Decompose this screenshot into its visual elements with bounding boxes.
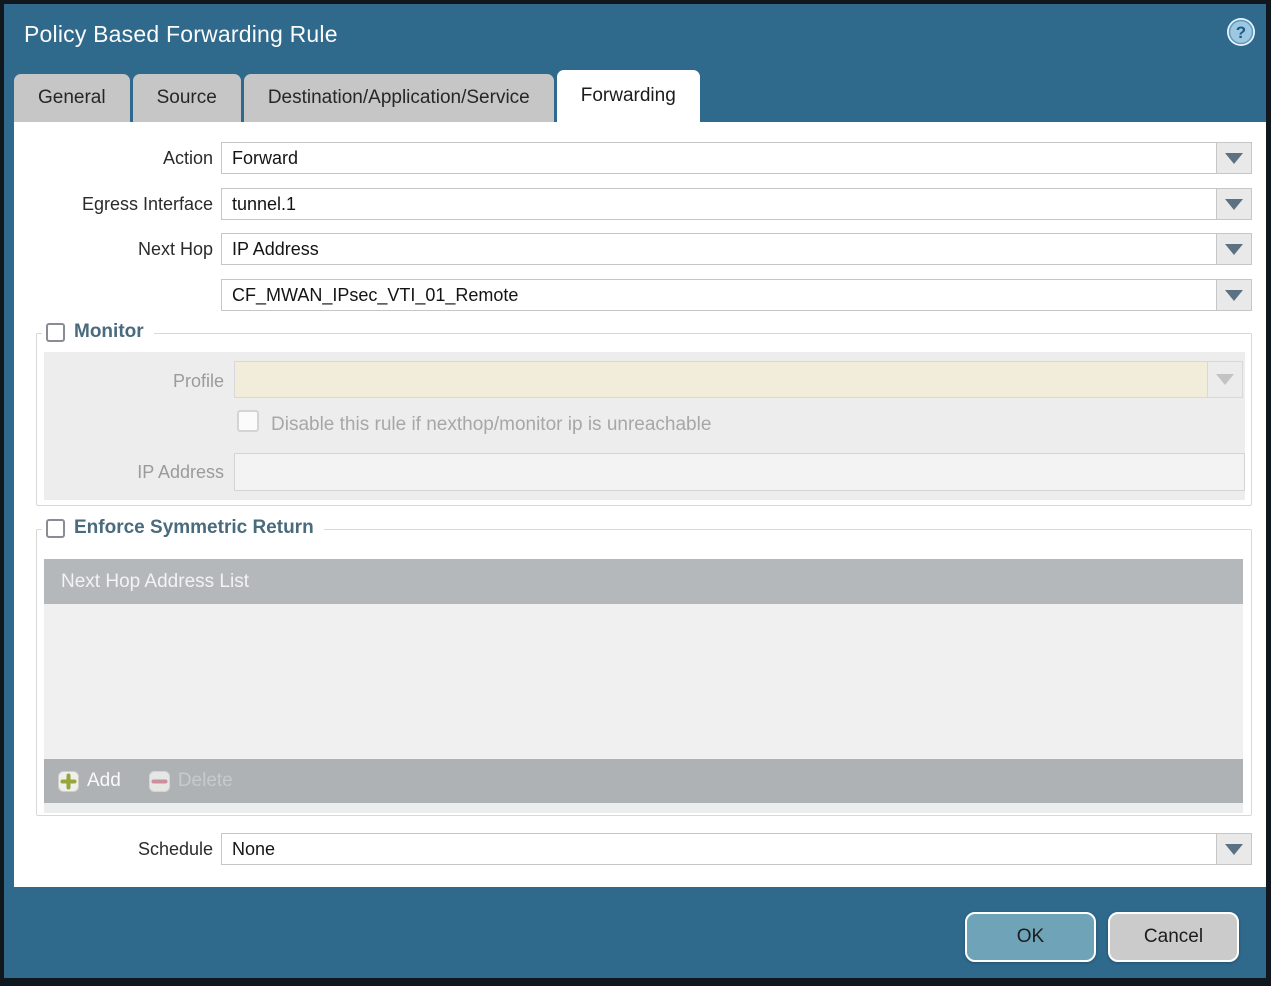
tab-destination-application-service[interactable]: Destination/Application/Service [243,74,554,122]
schedule-dropdown-button[interactable] [1216,833,1252,865]
next-hop-address-dropdown-button[interactable] [1216,279,1252,311]
next-hop-address-select[interactable]: CF_MWAN_IPsec_VTI_01_Remote [221,279,1217,311]
chevron-down-icon [1225,243,1243,255]
forwarding-tab-panel: Action Forward Egress Interface tunnel.1… [14,122,1266,887]
plus-icon [58,770,79,792]
monitor-checkbox[interactable] [46,322,65,342]
help-icon[interactable]: ? [1226,17,1256,47]
chevron-down-icon [1225,152,1243,164]
next-hop-address-list-header: Next Hop Address List [44,559,1243,604]
delete-button: Delete [148,770,233,792]
add-button-label: Add [87,770,121,791]
disable-rule-checkbox [237,410,259,432]
action-dropdown-button[interactable] [1216,142,1252,174]
next-hop-address-value: CF_MWAN_IPsec_VTI_01_Remote [232,284,519,305]
schedule-value: None [232,838,276,859]
add-button[interactable]: Add [58,770,121,792]
tab-bar: General Source Destination/Application/S… [14,70,700,122]
enforce-symmetric-return-checkbox[interactable] [46,518,65,538]
question-mark-icon: ? [1227,18,1255,46]
ok-button[interactable]: OK [965,912,1096,962]
monitor-ip-address-label: IP Address [137,462,224,482]
next-hop-address-list-body[interactable] [44,604,1243,759]
next-hop-address-table: Next Hop Address List Add Delete [44,559,1243,813]
profile-select [234,361,1208,398]
minus-icon [148,770,170,792]
cancel-button[interactable]: Cancel [1108,912,1239,962]
disable-rule-label: Disable this rule if nexthop/monitor ip … [271,414,712,435]
egress-interface-dropdown-button[interactable] [1216,188,1252,220]
delete-button-label: Delete [177,770,233,791]
profile-label: Profile [172,371,224,391]
profile-dropdown-button [1207,361,1243,398]
schedule-select[interactable]: None [221,833,1217,865]
egress-interface-label: Egress Interface [81,194,213,214]
tab-general[interactable]: General [14,74,130,122]
symmetric-return-legend: Enforce Symmetric Return [42,517,324,539]
table-bottom-strip [44,803,1243,813]
chevron-down-icon [1216,374,1234,385]
egress-interface-select[interactable]: tunnel.1 [221,188,1217,220]
next-hop-label: Next Hop [137,239,213,259]
next-hop-type-dropdown-button[interactable] [1216,233,1252,265]
symmetric-return-legend-label: Enforce Symmetric Return [74,517,314,538]
next-hop-type-select[interactable]: IP Address [221,233,1217,265]
tab-source[interactable]: Source [132,74,241,122]
monitor-legend: Monitor [42,321,154,343]
svg-text:?: ? [1236,23,1246,42]
chevron-down-icon [1225,289,1243,301]
monitor-legend-label: Monitor [74,321,144,342]
action-value: Forward [232,147,299,168]
action-label: Action [162,148,213,168]
action-select[interactable]: Forward [221,142,1217,174]
dialog-title: Policy Based Forwarding Rule [24,21,338,47]
chevron-down-icon [1225,198,1243,210]
table-toolbar: Add Delete [44,759,1243,803]
chevron-down-icon [1225,843,1243,855]
monitor-ip-address-field [234,453,1245,491]
schedule-label: Schedule [137,839,213,859]
pbf-rule-dialog: Policy Based Forwarding Rule ? General S… [4,4,1266,978]
egress-interface-value: tunnel.1 [232,193,297,214]
tab-forwarding[interactable]: Forwarding [556,70,700,122]
next-hop-type-value: IP Address [232,238,319,259]
